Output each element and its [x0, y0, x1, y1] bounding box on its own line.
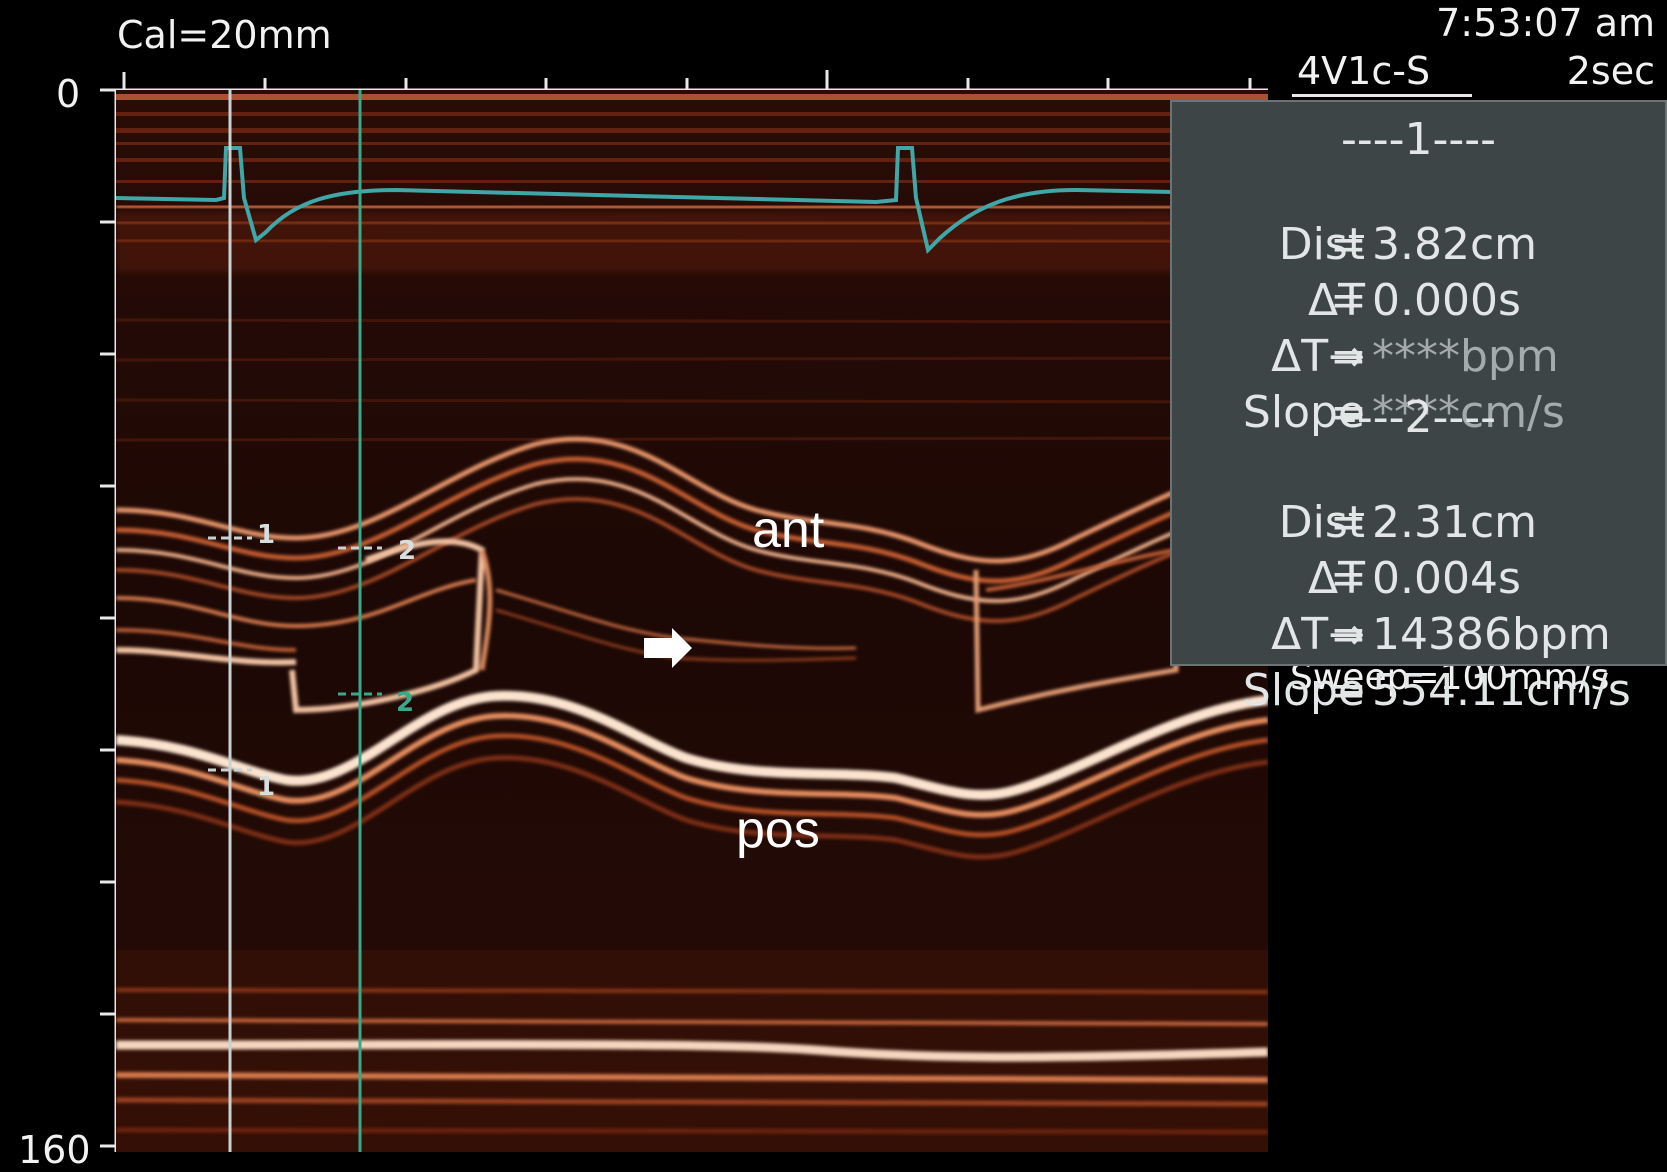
measurement-panel: ----1---- Dist = 3.82cm ΔT = 0.000s ΔT→ = ****… [1170, 100, 1667, 716]
measurement-2-header: ----2---- [1340, 392, 1496, 443]
posterior-label: pos [736, 801, 820, 859]
measurement-1-header: ----1---- [1340, 114, 1496, 165]
mmode-tracing [116, 90, 1268, 1152]
mmode-image [116, 90, 1268, 1152]
cursor-1-marker-top: 1 [257, 520, 276, 550]
cursor-2-marker-top: 2 [398, 536, 417, 566]
cursor-1-marker-bottom: 1 [257, 772, 276, 802]
measurement-2-slope: Slope = 554.11cm/s [1242, 665, 1631, 716]
cursor-2-marker-bottom: 2 [396, 688, 415, 718]
anterior-label: ant [752, 501, 825, 559]
